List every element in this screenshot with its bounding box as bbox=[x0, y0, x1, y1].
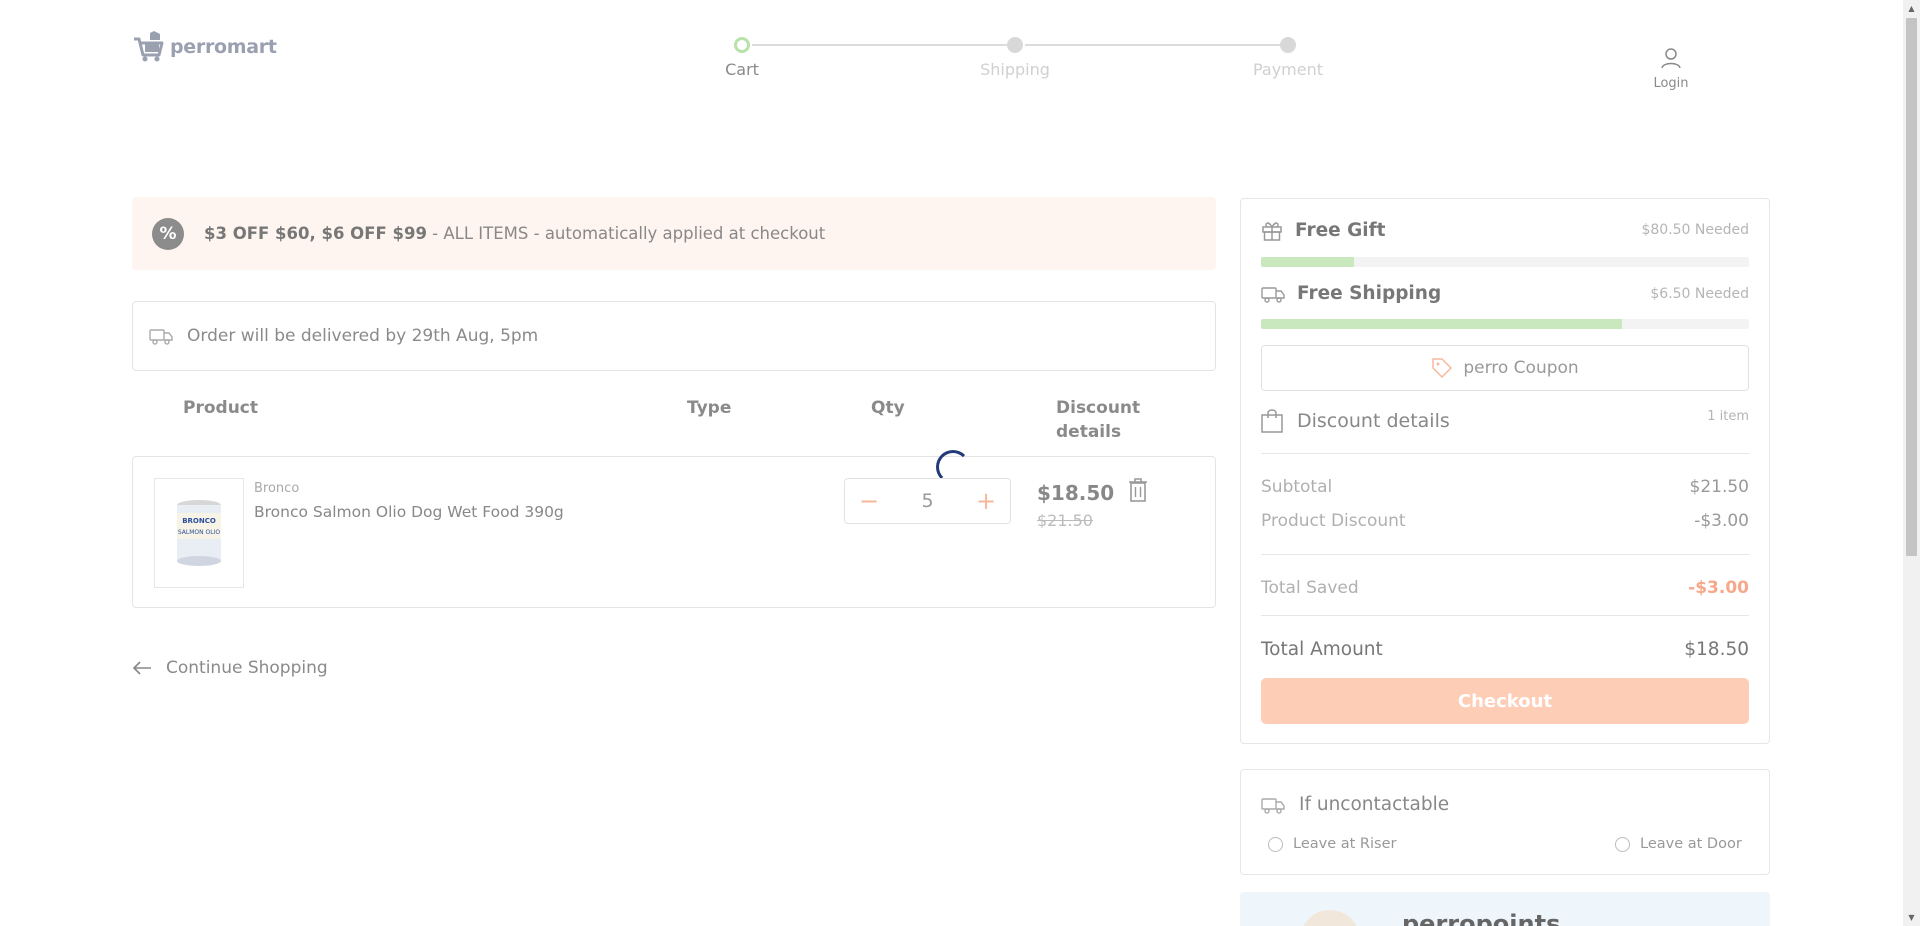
step-connector bbox=[752, 44, 1008, 46]
leave-at-riser-label: Leave at Riser bbox=[1293, 836, 1397, 852]
step-label-shipping: Shipping bbox=[980, 60, 1050, 79]
radio-circle[interactable] bbox=[1268, 836, 1283, 852]
subtotal-label: Subtotal bbox=[1261, 477, 1333, 497]
subtotal-value: $21.50 bbox=[1689, 477, 1749, 497]
free-gift-title: Free Gift bbox=[1295, 219, 1386, 241]
divider bbox=[1261, 615, 1749, 616]
free-shipping-progress-fill bbox=[1261, 319, 1623, 329]
scrollbar-thumb[interactable] bbox=[1906, 18, 1917, 556]
product-can-icon: BRONCO SALMON OLIO bbox=[177, 500, 221, 566]
free-shipping-title: Free Shipping bbox=[1297, 283, 1442, 304]
column-header-qty: Qty bbox=[871, 398, 905, 418]
product-price: $18.50 bbox=[1037, 481, 1115, 505]
promo-rest-text: - ALL ITEMS - automatically applied at c… bbox=[426, 224, 826, 243]
free-shipping-goal: Free Shipping $6.50 Needed bbox=[1261, 283, 1749, 304]
product-discount-value: -$3.00 bbox=[1694, 511, 1749, 531]
total-saved-row: Total Saved -$3.00 bbox=[1261, 578, 1749, 598]
increase-qty-button[interactable]: + bbox=[976, 487, 996, 515]
uncontactable-title: If uncontactable bbox=[1299, 794, 1450, 815]
subtotal-row: Subtotal $21.50 bbox=[1261, 477, 1749, 497]
cart-item-row: BRONCO SALMON OLIO Bronco Bronco Salmon … bbox=[132, 450, 1216, 608]
login-label: Login bbox=[1653, 76, 1689, 91]
delivery-text: Order will be delivered by 29th Aug, 5pm bbox=[187, 326, 539, 346]
discount-details-title: Discount details bbox=[1297, 410, 1450, 432]
order-summary-panel: Free Gift $80.50 Needed Free Shipping $6… bbox=[1240, 198, 1770, 744]
scroll-down-arrow-icon[interactable]: ▼ bbox=[1903, 909, 1920, 926]
checkout-button[interactable]: Checkout bbox=[1261, 678, 1749, 724]
shopping-bag-icon bbox=[1261, 409, 1283, 433]
mascot-image bbox=[1300, 910, 1360, 926]
login-button[interactable]: Login bbox=[1650, 46, 1692, 91]
tag-icon bbox=[1432, 358, 1453, 378]
total-saved-label: Total Saved bbox=[1261, 578, 1359, 598]
perropoints-title: perropoints bbox=[1402, 910, 1561, 926]
promo-bold-text: $3 OFF $60, $6 OFF $99 bbox=[204, 224, 427, 243]
delivery-notice: Order will be delivered by 29th Aug, 5pm bbox=[132, 301, 1216, 371]
free-gift-needed: $80.50 Needed bbox=[1641, 222, 1749, 238]
quantity-value[interactable]: 5 bbox=[921, 490, 933, 512]
free-gift-progress-bar bbox=[1261, 257, 1749, 267]
coupon-button[interactable]: perro Coupon bbox=[1261, 345, 1749, 391]
cart-logo-icon bbox=[134, 31, 164, 62]
product-image[interactable]: BRONCO SALMON OLIO bbox=[154, 478, 244, 588]
total-amount-value: $18.50 bbox=[1684, 639, 1749, 660]
total-amount-label: Total Amount bbox=[1261, 639, 1383, 660]
radio-circle[interactable] bbox=[1615, 836, 1630, 852]
product-name[interactable]: Bronco Salmon Olio Dog Wet Food 390g bbox=[254, 503, 564, 521]
free-gift-progress-fill bbox=[1261, 257, 1354, 267]
user-icon bbox=[1661, 48, 1681, 69]
uncontactable-panel: If uncontactable Leave at Riser Leave at… bbox=[1240, 769, 1770, 875]
step-label-cart[interactable]: Cart bbox=[725, 60, 759, 79]
continue-shopping-label: Continue Shopping bbox=[166, 658, 328, 678]
truck-icon bbox=[1261, 797, 1285, 814]
free-gift-goal: Free Gift $80.50 Needed bbox=[1261, 219, 1749, 241]
perropoints-banner[interactable]: perropoints bbox=[1240, 892, 1770, 926]
product-old-price: $21.50 bbox=[1037, 511, 1093, 530]
truck-icon bbox=[149, 329, 173, 345]
total-saved-value: -$3.00 bbox=[1688, 578, 1749, 598]
discount-item-count: 1 item bbox=[1707, 409, 1749, 424]
leave-at-door-label: Leave at Door bbox=[1640, 836, 1742, 852]
step-label-payment: Payment bbox=[1252, 60, 1324, 79]
checkout-stepper: Cart Shipping Payment bbox=[725, 36, 1323, 86]
svg-text:SALMON OLIO: SALMON OLIO bbox=[178, 529, 220, 536]
page: perromart Cart Shipping Payment Login % … bbox=[0, 0, 1903, 926]
column-header-type: Type bbox=[687, 398, 732, 418]
continue-shopping-link[interactable]: Continue Shopping bbox=[132, 658, 328, 678]
product-discount-label: Product Discount bbox=[1261, 511, 1406, 531]
divider bbox=[1261, 453, 1749, 454]
product-brand: Bronco bbox=[254, 481, 300, 496]
brand-name: perromart bbox=[170, 36, 277, 58]
column-header-discount: Discount details bbox=[1056, 398, 1141, 442]
delete-item-button[interactable] bbox=[1128, 478, 1148, 506]
promo-text: $3 OFF $60, $6 OFF $99 - ALL ITEMS - aut… bbox=[204, 224, 825, 243]
discount-details-header: Discount details 1 item bbox=[1261, 409, 1749, 433]
page-scrollbar[interactable]: ▲ ▼ bbox=[1903, 0, 1920, 926]
decrease-qty-button[interactable]: − bbox=[859, 487, 879, 515]
percent-icon: % bbox=[152, 217, 184, 250]
free-shipping-needed: $6.50 Needed bbox=[1650, 285, 1749, 302]
product-discount-row: Product Discount -$3.00 bbox=[1261, 511, 1749, 531]
column-header-product: Product bbox=[183, 398, 258, 418]
total-amount-row: Total Amount $18.50 bbox=[1261, 639, 1749, 660]
step-dot-shipping bbox=[1007, 37, 1023, 53]
scroll-up-arrow-icon[interactable]: ▲ bbox=[1903, 0, 1920, 17]
svg-text:BRONCO: BRONCO bbox=[182, 517, 216, 525]
brand-logo[interactable]: perromart bbox=[132, 30, 277, 64]
promo-banner: % $3 OFF $60, $6 OFF $99 - ALL ITEMS - a… bbox=[132, 197, 1216, 270]
free-shipping-progress-bar bbox=[1261, 319, 1749, 329]
leave-at-door-radio[interactable]: Leave at Door bbox=[1615, 836, 1742, 852]
gift-icon bbox=[1262, 222, 1282, 241]
leave-at-riser-radio[interactable]: Leave at Riser bbox=[1268, 836, 1396, 852]
step-connector bbox=[1025, 44, 1281, 46]
quantity-stepper: − 5 + bbox=[844, 478, 1011, 524]
step-dot-payment bbox=[1280, 37, 1296, 53]
uncontactable-header: If uncontactable bbox=[1261, 794, 1449, 815]
trash-icon bbox=[1129, 478, 1147, 502]
truck-icon bbox=[1261, 286, 1285, 303]
arrow-left-icon bbox=[132, 661, 151, 675]
divider bbox=[1261, 554, 1749, 555]
coupon-label: perro Coupon bbox=[1463, 358, 1579, 378]
step-dot-cart bbox=[734, 37, 750, 53]
